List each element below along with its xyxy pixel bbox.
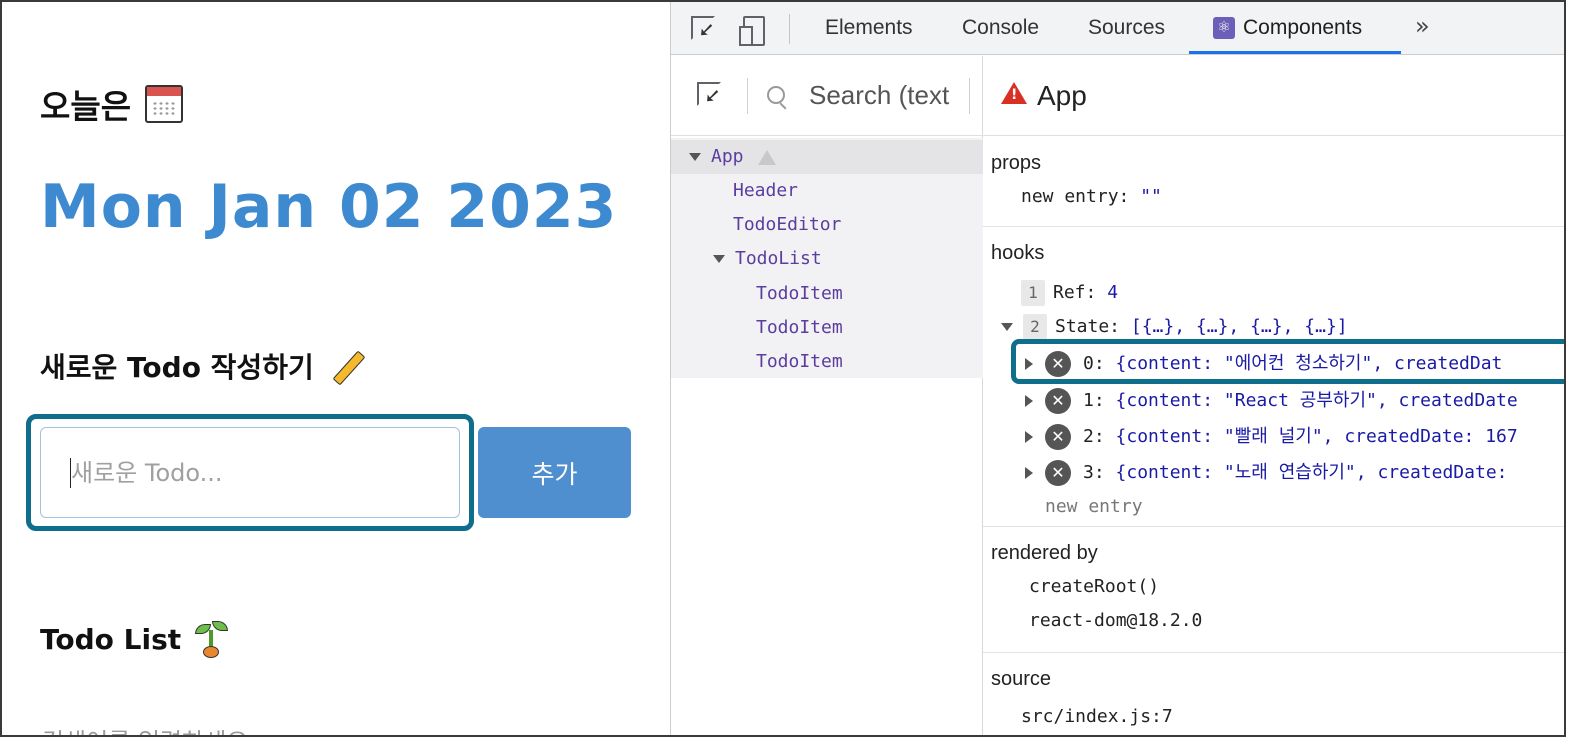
divider: [969, 78, 970, 114]
expand-triangle-icon[interactable]: [713, 255, 725, 263]
screenshot-frame: 오늘은 Mon Jan 02 2023 새로운 Todo 작성하기 추가 Tod…: [0, 0, 1566, 737]
remove-icon[interactable]: ✕: [1045, 424, 1071, 450]
remove-icon[interactable]: ✕: [1045, 351, 1071, 377]
sprout-icon: [193, 620, 229, 658]
state-key: 1:: [1083, 390, 1105, 411]
source-label: source: [991, 668, 1052, 690]
editor-title: 새로운 Todo 작성하기: [40, 351, 314, 384]
state-value: {content: "에어컨 청소하기", createdDat: [1115, 353, 1503, 374]
tree-item-label: TodoList: [735, 248, 822, 269]
component-inspector: App props new entry: "" hooks 1 Ref: 4 2S…: [983, 56, 1564, 735]
remove-icon[interactable]: ✕: [1045, 460, 1071, 486]
source-location[interactable]: src/index.js:7: [1021, 706, 1173, 727]
state-key: 0:: [1083, 353, 1105, 374]
hook-row-ref[interactable]: 1 Ref: 4: [1021, 280, 1118, 306]
divider: [983, 652, 1564, 653]
component-tree: App Header TodoEditor TodoList TodoItem …: [671, 138, 983, 378]
hooks-label: hooks: [991, 242, 1045, 264]
tree-item-app[interactable]: App: [671, 140, 983, 174]
prop-key: new entry:: [1021, 186, 1130, 207]
hook-row-state[interactable]: 2 State: [{…}, {…}, {…}, {…}]: [1001, 314, 1348, 340]
expand-triangle-icon[interactable]: [1025, 431, 1033, 443]
today-label: 오늘은: [40, 87, 132, 126]
today-heading: 오늘은: [40, 80, 184, 128]
active-tab-indicator: [1189, 51, 1401, 54]
text-caret: [70, 458, 71, 488]
state-value: {content: "빨래 널기", createdDate: 167: [1115, 426, 1518, 447]
todo-app: 오늘은 Mon Jan 02 2023 새로운 Todo 작성하기 추가 Tod…: [2, 2, 670, 735]
new-entry-row[interactable]: new entry: [1045, 496, 1143, 517]
divider: [789, 14, 790, 44]
state-value: {content: "React 공부하기", createdDate: [1115, 390, 1518, 411]
hook-index: 1: [1021, 280, 1045, 306]
tree-toolbar: Search (text: [671, 56, 983, 136]
search-input[interactable]: 검색어를 입력하세요: [42, 722, 248, 735]
tab-components-label: Components: [1243, 16, 1363, 39]
warning-icon: [1001, 82, 1027, 104]
state-key: 2:: [1083, 426, 1105, 447]
rendered-by-item[interactable]: createRoot(): [1029, 576, 1159, 597]
expand-triangle-icon[interactable]: [689, 153, 701, 161]
tree-search-input[interactable]: Search (text: [809, 80, 954, 111]
expand-triangle-icon[interactable]: [1025, 395, 1033, 407]
state-item[interactable]: ✕ 0: {content: "에어컨 청소하기", createdDat: [1025, 349, 1502, 377]
tree-item-todoeditor[interactable]: TodoEditor: [671, 208, 983, 242]
pencil-icon: [326, 347, 368, 385]
state-item[interactable]: ✕ 3: {content: "노래 연습하기", createdDate:: [1025, 458, 1508, 486]
more-tabs-icon[interactable]: »: [1415, 12, 1430, 40]
prop-value[interactable]: "": [1140, 186, 1162, 207]
tab-console[interactable]: Console: [962, 16, 1039, 40]
expand-triangle-icon[interactable]: [1001, 323, 1013, 331]
hook-key: Ref:: [1053, 282, 1097, 303]
add-button[interactable]: 추가: [478, 427, 631, 518]
state-key: 3:: [1083, 462, 1105, 483]
inspector-header: App: [983, 56, 1564, 136]
inspect-element-icon[interactable]: [689, 14, 719, 44]
search-icon: [767, 86, 785, 104]
tree-item-todoitem[interactable]: TodoItem: [671, 311, 983, 345]
tree-item-todoitem[interactable]: TodoItem: [671, 345, 983, 379]
hook-key: State:: [1055, 316, 1121, 337]
inspected-component-name: App: [1037, 80, 1087, 111]
todo-list-heading: Todo List: [40, 620, 229, 658]
state-item[interactable]: ✕ 2: {content: "빨래 널기", createdDate: 167: [1025, 422, 1518, 450]
react-icon: ⚛: [1213, 17, 1235, 39]
tree-item-label: App: [711, 146, 744, 167]
warning-icon: [757, 149, 776, 165]
prop-row[interactable]: new entry: "": [1021, 186, 1162, 207]
editor-heading: 새로운 Todo 작성하기: [40, 346, 368, 386]
tree-item-todolist[interactable]: TodoList: [671, 242, 983, 276]
remove-icon[interactable]: ✕: [1045, 388, 1071, 414]
tree-item-todoitem[interactable]: TodoItem: [671, 277, 983, 311]
state-value: {content: "노래 연습하기", createdDate:: [1115, 462, 1508, 483]
divider: [983, 526, 1564, 527]
calendar-icon: [145, 85, 184, 123]
current-date: Mon Jan 02 2023: [40, 172, 618, 242]
state-item[interactable]: ✕ 1: {content: "React 공부하기", createdDate: [1025, 386, 1518, 414]
new-todo-input[interactable]: [40, 427, 460, 518]
component-tree-panel: Search (text App Header TodoEditor TodoL…: [671, 56, 983, 735]
rendered-by-label: rendered by: [991, 542, 1098, 564]
tree-item-header[interactable]: Header: [671, 174, 983, 208]
expand-triangle-icon[interactable]: [1025, 358, 1033, 370]
hook-value: 4: [1107, 282, 1119, 303]
tab-elements[interactable]: Elements: [825, 16, 913, 40]
rendered-by-item[interactable]: react-dom@18.2.0: [1029, 610, 1202, 631]
devtools-tabbar: Elements Console Sources ⚛ Components »: [671, 2, 1564, 55]
expand-triangle-icon[interactable]: [1025, 467, 1033, 479]
tab-components[interactable]: ⚛ Components: [1213, 16, 1362, 40]
device-toolbar-icon[interactable]: [737, 14, 767, 46]
hook-value: [{…}, {…}, {…}, {…}]: [1130, 316, 1348, 337]
hook-index: 2: [1023, 314, 1047, 340]
tab-sources[interactable]: Sources: [1088, 16, 1165, 40]
props-label: props: [991, 152, 1042, 174]
devtools-panel: Elements Console Sources ⚛ Components » …: [670, 2, 1564, 735]
list-title: Todo List: [40, 622, 182, 656]
select-component-icon[interactable]: [697, 82, 725, 110]
divider: [983, 226, 1564, 227]
divider: [747, 78, 748, 114]
